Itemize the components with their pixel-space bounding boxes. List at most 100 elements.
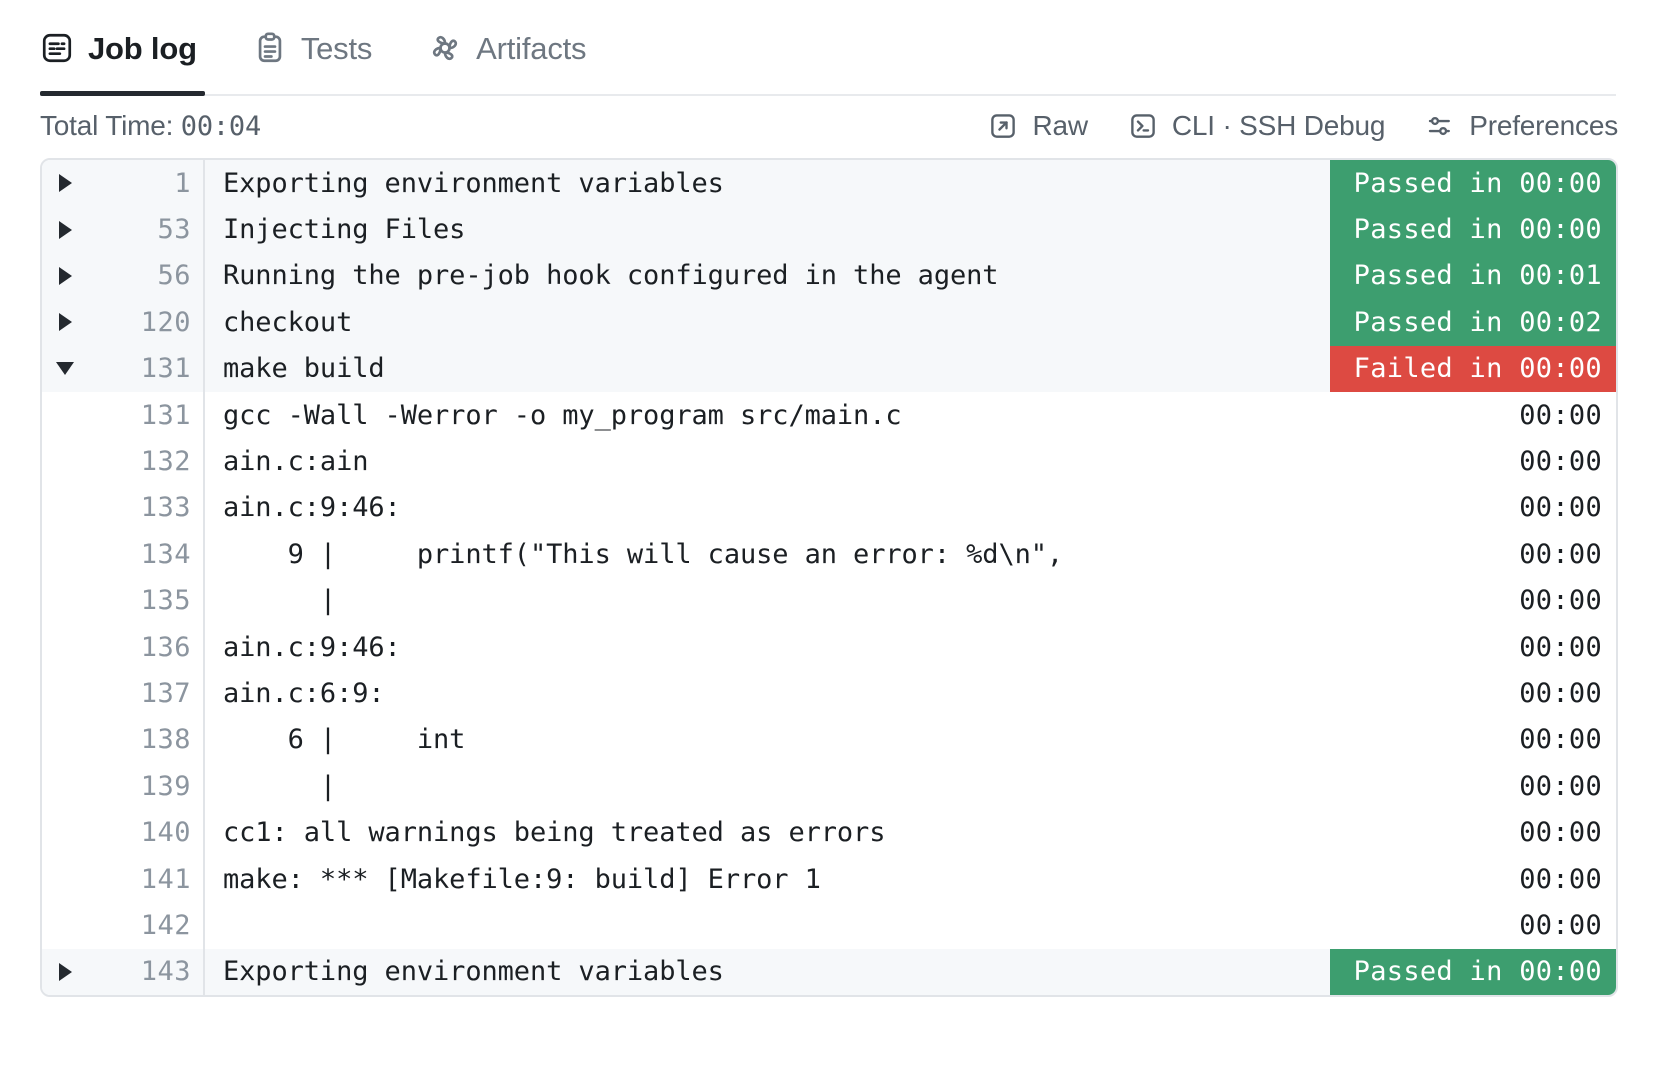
log-gutter: 135 <box>42 577 205 624</box>
log-line-duration: 00:00 <box>1519 677 1602 709</box>
log-line-text: Running the pre-job hook configured in t… <box>223 260 999 292</box>
log-line-text: | <box>223 770 337 802</box>
terminal-icon <box>1128 111 1158 141</box>
log-line-number: 137 <box>140 677 191 709</box>
log-line-text: | <box>223 585 337 617</box>
log-line-number: 56 <box>157 260 191 292</box>
log-line-number: 138 <box>140 724 191 756</box>
total-time-label: Total Time: <box>40 110 181 141</box>
tab-label-artifacts: Artifacts <box>476 30 587 66</box>
active-tab-underline <box>40 91 205 96</box>
joblog-icon <box>40 31 74 65</box>
log-gutter: 142 <box>42 902 205 949</box>
status-badge: Passed in 00:00 <box>1329 206 1616 253</box>
triangle-right-icon <box>58 220 72 239</box>
log-line-text: 9 | printf("This will cause an error: %d… <box>223 538 1064 570</box>
log-gutter: 138 <box>42 716 205 764</box>
log-line-number: 1 <box>174 167 191 199</box>
external-link-icon <box>988 111 1018 141</box>
log-line-number: 136 <box>140 631 191 663</box>
log-section-row[interactable]: 1 Exporting environment variables Passed i… <box>42 160 1616 207</box>
preferences-label: Preferences <box>1469 110 1618 141</box>
log-gutter: 1 <box>42 160 205 207</box>
log-line-text <box>205 902 1368 948</box>
log-line-duration: 00:00 <box>1519 399 1602 431</box>
log-line-text: make: *** [Makefile:9: build] Error 1 <box>223 863 821 895</box>
log-line-duration: 00:00 <box>1519 492 1602 524</box>
log-line-duration: 00:00 <box>1519 446 1602 478</box>
triangle-down-icon <box>56 362 74 376</box>
log-line-row: 136 ain.c:9:46: 00:00 <box>42 623 1616 671</box>
triangle-right-icon <box>58 313 72 332</box>
status-badge: Passed in 00:00 <box>1329 160 1616 207</box>
log-line-text: Injecting Files <box>223 214 466 246</box>
log-line-text: checkout <box>223 306 353 338</box>
log-line-number: 53 <box>157 214 191 246</box>
log-line-text: Exporting environment variables <box>223 167 724 199</box>
total-time: Total Time: 00:04 <box>40 110 261 142</box>
tab-tests[interactable]: Tests <box>253 0 402 96</box>
log-line-text: make build <box>223 353 385 385</box>
log-gutter: 131 <box>42 345 205 392</box>
cli-ssh-debug-button[interactable]: CLI · SSH Debug <box>1128 110 1385 142</box>
tab-artifacts[interactable]: Artifacts <box>428 0 616 96</box>
log-line-number: 143 <box>140 956 191 988</box>
log-line-row: 132 ain.c:ain 00:00 <box>42 438 1616 485</box>
expand-caret-icon[interactable] <box>42 962 88 981</box>
expand-caret-icon[interactable] <box>42 174 88 193</box>
total-time-value: 00:04 <box>180 111 262 142</box>
log-line-duration: 00:00 <box>1519 817 1602 849</box>
triangle-right-icon <box>58 174 72 193</box>
collapse-caret-icon[interactable] <box>42 362 88 376</box>
job-log-page: Job log Tests Artifacts Total Time: 00:0… <box>0 0 1656 1088</box>
log-line-number: 134 <box>140 538 191 570</box>
log-section-row[interactable]: 131 make build Failed in 00:00 <box>42 345 1616 392</box>
log-line-text: Exporting environment variables <box>223 956 724 988</box>
log-gutter: 120 <box>42 299 205 346</box>
log-line-text: ain.c:6:9: <box>223 677 385 709</box>
log-toolbar: Total Time: 00:04 Raw CLI · SSH Debug Pr… <box>0 96 1656 158</box>
log-line-number: 142 <box>140 909 191 941</box>
job-log-panel[interactable]: 1 Exporting environment variables Passed i… <box>40 158 1618 998</box>
log-line-duration: 00:00 <box>1519 770 1602 802</box>
log-gutter: 143 <box>42 948 205 996</box>
expand-caret-icon[interactable] <box>42 220 88 239</box>
log-line-duration: 00:00 <box>1519 631 1602 663</box>
log-line-number: 131 <box>140 353 191 385</box>
log-line-row: 138 6 | int 00:00 <box>42 716 1616 764</box>
log-line-number: 140 <box>140 817 191 849</box>
log-gutter: 137 <box>42 670 205 717</box>
log-line-text: cc1: all warnings being treated as error… <box>223 817 886 849</box>
log-section-row[interactable]: 143 Exporting environment variables Passed… <box>42 948 1616 996</box>
log-line-row: 141 make: *** [Makefile:9: build] Error 1… <box>42 855 1616 903</box>
log-gutter: 141 <box>42 855 205 903</box>
log-gutter: 134 <box>42 531 205 578</box>
log-section-row[interactable]: 56 Running the pre-job hook configured in… <box>42 252 1616 300</box>
log-gutter: 131 <box>42 391 205 439</box>
expand-caret-icon[interactable] <box>42 266 88 285</box>
log-gutter: 139 <box>42 763 205 810</box>
log-line-row: 134 9 | printf("This will cause an error… <box>42 531 1616 578</box>
preferences-button[interactable]: Preferences <box>1425 110 1618 142</box>
raw-button[interactable]: Raw <box>988 110 1088 142</box>
log-section-row[interactable]: 53 Injecting Files Passed in 00:00 <box>42 206 1616 253</box>
log-line-duration: 00:00 <box>1519 585 1602 617</box>
status-badge: Failed in 00:00 <box>1329 345 1616 392</box>
log-gutter: 132 <box>42 438 205 485</box>
sliders-icon <box>1425 111 1455 141</box>
log-line-row: 137 ain.c:6:9: 00:00 <box>42 670 1616 717</box>
log-line-number: 141 <box>140 863 191 895</box>
log-gutter: 140 <box>42 809 205 856</box>
log-line-number: 139 <box>140 770 191 802</box>
log-line-text: 6 | int <box>223 724 466 756</box>
log-section-row[interactable]: 120 checkout Passed in 00:02 <box>42 299 1616 346</box>
log-line-row: 133 ain.c:9:46: 00:00 <box>42 484 1616 532</box>
tab-job-log[interactable]: Job log <box>40 0 227 96</box>
log-rows: 1 Exporting environment variables Passed i… <box>42 160 1616 996</box>
status-badge: Passed in 00:01 <box>1329 252 1616 300</box>
log-line-text: ain.c:9:46: <box>223 631 401 663</box>
expand-caret-icon[interactable] <box>42 313 88 332</box>
log-gutter: 133 <box>42 484 205 532</box>
tab-label-job-log: Job log <box>88 30 197 66</box>
log-line-duration: 00:00 <box>1519 863 1602 895</box>
